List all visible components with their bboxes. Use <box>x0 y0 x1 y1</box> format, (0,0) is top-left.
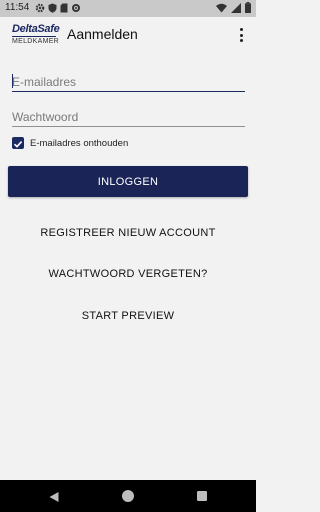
forgot-password-button[interactable]: WACHTWOORD VERGETEN? <box>0 268 256 280</box>
status-time: 11:54 <box>5 2 30 13</box>
menu-dot <box>239 28 243 31</box>
gear-icon <box>35 0 45 18</box>
text-cursor <box>12 74 13 88</box>
logo-divider <box>12 36 56 37</box>
login-button[interactable]: INLOGGEN <box>8 166 248 197</box>
overflow-menu-icon[interactable] <box>235 27 247 43</box>
recent-apps-icon[interactable] <box>197 491 207 501</box>
remember-email-checkbox[interactable]: E-mailadres onthouden <box>12 136 128 150</box>
signal-icon <box>231 0 241 18</box>
navigation-bar <box>0 480 256 512</box>
menu-dot <box>239 39 243 42</box>
home-icon[interactable] <box>122 490 134 502</box>
menu-dot <box>239 33 243 37</box>
shield-icon <box>48 0 57 18</box>
logo-wordmark: DeltaSafe <box>12 23 60 35</box>
sd-card-icon <box>60 0 68 18</box>
page-title: Aanmelden <box>67 26 138 42</box>
status-bar: 11:54 <box>0 0 256 17</box>
back-icon[interactable] <box>48 490 60 502</box>
remember-email-label: E-mailadres onthouden <box>30 137 129 149</box>
status-left-icons <box>35 3 81 14</box>
logo-subtitle: MELDKAMER <box>12 38 60 45</box>
status-right-icons <box>216 1 251 14</box>
start-preview-button[interactable]: START PREVIEW <box>0 310 256 322</box>
register-account-button[interactable]: REGISTREER NIEUW ACCOUNT <box>0 227 256 239</box>
app-bar: DeltaSafe MELDKAMER Aanmelden <box>0 17 256 55</box>
wifi-icon <box>216 0 227 18</box>
password-field[interactable] <box>12 107 245 127</box>
deltasafe-logo: DeltaSafe MELDKAMER <box>12 23 60 51</box>
battery-icon <box>245 0 251 18</box>
email-field[interactable] <box>12 72 245 92</box>
sync-icon <box>71 0 81 18</box>
checkbox-checked-icon[interactable] <box>12 137 24 149</box>
